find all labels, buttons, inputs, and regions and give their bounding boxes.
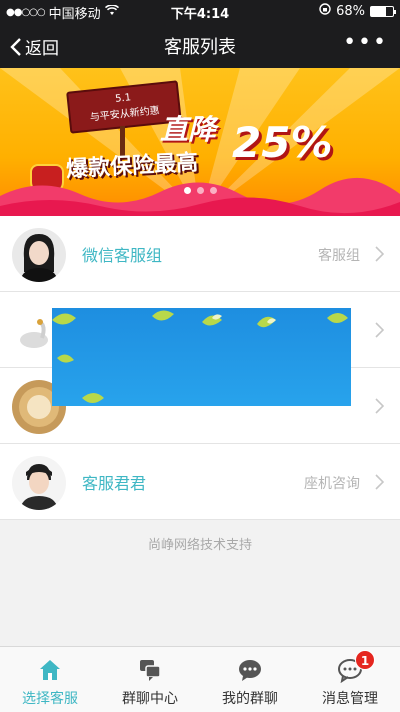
tab-label: 群聊中心 [122, 691, 178, 707]
chevron-right-icon [375, 474, 384, 490]
promo-banner[interactable]: 5.1 与平安从新约惠 爆款保险最高 直降 25% [0, 68, 400, 216]
tab-label: 选择客服 [22, 691, 78, 707]
home-icon [40, 660, 60, 680]
pager-dot[interactable] [196, 187, 204, 194]
battery-level [371, 6, 386, 16]
leaf-pattern [52, 310, 348, 403]
tab-select-service[interactable]: 选择客服 [0, 647, 100, 712]
list-item[interactable]: 微信客服组 客服组 [0, 216, 400, 292]
tab-my-group-chat[interactable]: 我的群聊 [200, 647, 300, 712]
pager-dot[interactable] [183, 187, 191, 194]
list-item-tag: 客服组 [318, 248, 360, 264]
tab-label: 消息管理 [322, 691, 378, 707]
overlay-ad-image[interactable] [52, 308, 351, 406]
battery-icon [370, 5, 396, 17]
banner-pager [0, 187, 400, 194]
girl-avatar [12, 228, 66, 282]
unread-badge: 1 [355, 650, 375, 670]
list-item-name: 微信客服组 [82, 246, 163, 265]
banner-percent: 25% [232, 118, 333, 167]
group-chat-icon [140, 660, 161, 681]
banner-drop-text: 直降 [160, 113, 217, 146]
tab-group-chat-center[interactable]: 群聊中心 [100, 647, 200, 712]
tab-message-management[interactable]: 1 消息管理 [300, 647, 400, 712]
list-item-tag: 座机咨询 [304, 476, 360, 492]
list-item[interactable]: 客服君君 座机咨询 [0, 444, 400, 520]
battery-group: 68% [319, 3, 396, 19]
more-dots-icon[interactable]: ••• [343, 32, 388, 54]
tab-label: 我的群聊 [222, 691, 278, 707]
nav-bar: 返回 客服列表 ••• [0, 22, 400, 68]
chevron-right-icon [375, 398, 384, 414]
status-bar: ●●○○○ 中国移动 下午4:14 68% [0, 0, 400, 22]
battery-percent: 68% [336, 3, 365, 19]
tab-bar: 选择客服 群聊中心 我的群聊 1 消息管理 [0, 646, 400, 712]
footer-note: 尚峥网络技术支持 [147, 538, 252, 553]
banner-hills [0, 177, 400, 216]
page-title: 客服列表 [164, 37, 236, 58]
boy-avatar [12, 456, 66, 510]
chevron-right-icon [375, 322, 384, 338]
chevron-right-icon [375, 246, 384, 262]
my-chat-icon [239, 660, 261, 681]
rotation-lock-icon [319, 3, 331, 19]
list-item-name: 客服君君 [82, 474, 147, 493]
pager-dot[interactable] [209, 187, 217, 194]
